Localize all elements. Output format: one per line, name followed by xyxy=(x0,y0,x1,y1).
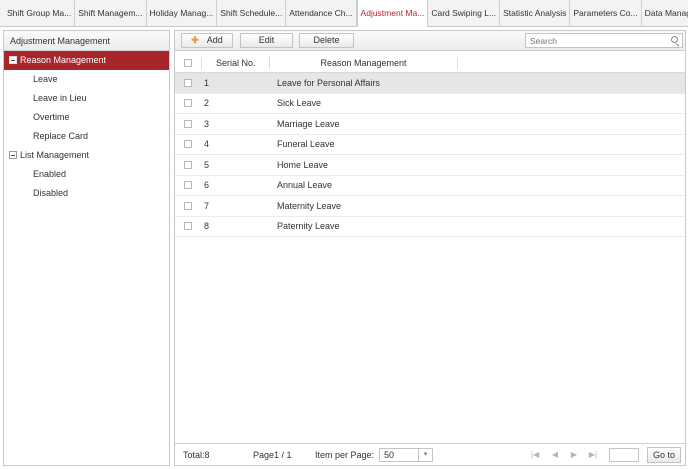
search-icon[interactable] xyxy=(671,36,678,43)
tab-data-management[interactable]: Data Manage... xyxy=(642,0,688,27)
tree-group-reason-management[interactable]: Reason Management xyxy=(4,51,169,70)
tree-group-label: Reason Management xyxy=(20,55,107,65)
table-row[interactable]: 1 Leave for Personal Affairs xyxy=(175,73,685,94)
add-button[interactable]: ✚ Add xyxy=(181,33,233,48)
row-serial: 7 xyxy=(204,200,210,211)
sidebar-panel: Adjustment Management Reason Management … xyxy=(3,30,170,466)
row-serial: 6 xyxy=(204,180,210,191)
row-checkbox[interactable] xyxy=(184,78,192,87)
items-per-page-select[interactable]: 50 ▾ xyxy=(379,448,433,462)
row-checkbox-cell xyxy=(175,114,201,134)
row-checkbox-cell xyxy=(175,73,201,93)
tree-item-leave-in-lieu[interactable]: Leave in Lieu xyxy=(4,89,169,108)
sidebar-title: Adjustment Management xyxy=(4,31,169,51)
items-per-page-label: Item per Page: xyxy=(315,450,375,460)
column-header-serial[interactable]: Serial No. xyxy=(201,56,269,69)
page-number-input[interactable] xyxy=(609,448,639,462)
row-checkbox[interactable] xyxy=(184,222,192,231)
tab-holiday-management[interactable]: Holiday Manag... xyxy=(147,0,218,27)
row-checkbox[interactable] xyxy=(184,140,192,149)
column-header-spacer xyxy=(457,56,685,69)
reason-table: Serial No. Reason Management 1 Leave for… xyxy=(175,53,685,237)
select-all-checkbox[interactable] xyxy=(184,58,192,67)
row-reason: Leave for Personal Affairs xyxy=(277,77,380,88)
row-checkbox-cell xyxy=(175,216,201,236)
row-serial: 2 xyxy=(204,98,210,109)
tab-attendance-check[interactable]: Attendance Ch... xyxy=(286,0,357,27)
tab-shift-management[interactable]: Shift Managem... xyxy=(75,0,147,27)
chevron-down-icon[interactable]: ▾ xyxy=(418,449,432,461)
tree-group-list-management[interactable]: List Management xyxy=(4,146,169,165)
items-per-page-value: 50 xyxy=(384,450,395,460)
plus-icon: ✚ xyxy=(191,35,199,45)
tree-group-label: List Management xyxy=(20,150,90,160)
row-checkbox[interactable] xyxy=(184,181,192,190)
table-row[interactable]: 7 Maternity Leave xyxy=(175,196,685,217)
table-header: Serial No. Reason Management xyxy=(175,53,685,73)
row-serial: 5 xyxy=(204,159,210,170)
row-reason: Home Leave xyxy=(277,159,329,170)
tree-item-overtime[interactable]: Overtime xyxy=(4,108,169,127)
tab-shift-group[interactable]: Shift Group Ma... xyxy=(4,0,76,27)
column-header-reason[interactable]: Reason Management xyxy=(269,56,457,69)
row-checkbox[interactable] xyxy=(184,201,192,210)
row-serial: 8 xyxy=(204,221,210,232)
row-checkbox[interactable] xyxy=(184,160,192,169)
delete-button[interactable]: Delete xyxy=(299,33,354,48)
search-input[interactable] xyxy=(526,34,666,47)
row-reason: Maternity Leave xyxy=(277,200,342,211)
last-page-icon[interactable]: ▶| xyxy=(588,450,598,460)
previous-page-icon[interactable]: ◀ xyxy=(550,450,560,460)
row-checkbox[interactable] xyxy=(184,119,192,128)
module-tab-bar: Shift Group Ma... Shift Managem... Holid… xyxy=(0,0,688,27)
pagination-bar: Total:8 Page1 / 1 Item per Page: 50 ▾ |◀… xyxy=(175,443,685,465)
row-serial: 3 xyxy=(204,118,210,129)
table-row[interactable]: 2 Sick Leave xyxy=(175,93,685,114)
row-serial: 4 xyxy=(204,139,210,150)
row-reason: Paternity Leave xyxy=(277,221,340,232)
tree-item-leave[interactable]: Leave xyxy=(4,70,169,89)
tab-card-swiping-log[interactable]: Card Swiping L... xyxy=(428,0,501,27)
row-reason: Marriage Leave xyxy=(277,118,340,129)
table-row[interactable]: 3 Marriage Leave xyxy=(175,114,685,135)
select-all-cell xyxy=(175,53,201,73)
row-checkbox-cell xyxy=(175,175,201,195)
row-reason: Annual Leave xyxy=(277,180,333,191)
tab-parameters-config[interactable]: Parameters Co... xyxy=(570,0,642,27)
row-checkbox-cell xyxy=(175,196,201,216)
toolbar: ✚ Add Edit Delete xyxy=(175,31,685,51)
tree-item-replace-card[interactable]: Replace Card xyxy=(4,127,169,146)
collapse-icon[interactable] xyxy=(9,151,17,159)
row-checkbox-cell xyxy=(175,93,201,113)
search-box xyxy=(525,33,683,48)
first-page-icon[interactable]: |◀ xyxy=(530,450,540,460)
tab-adjustment-management[interactable]: Adjustment Ma... xyxy=(356,0,429,27)
table-row[interactable]: 8 Paternity Leave xyxy=(175,216,685,237)
table-row[interactable]: 4 Funeral Leave xyxy=(175,134,685,155)
tab-statistic-analysis[interactable]: Statistic Analysis xyxy=(500,0,571,27)
row-serial: 1 xyxy=(204,77,210,88)
row-checkbox[interactable] xyxy=(184,99,192,108)
goto-button[interactable]: Go to xyxy=(647,447,681,463)
row-checkbox-cell xyxy=(175,155,201,175)
add-button-label: Add xyxy=(206,35,223,45)
next-page-icon[interactable]: ▶ xyxy=(569,450,579,460)
row-checkbox-cell xyxy=(175,134,201,154)
edit-button[interactable]: Edit xyxy=(240,33,293,48)
page-indicator: Page1 / 1 xyxy=(253,450,292,460)
row-reason: Funeral Leave xyxy=(277,139,335,150)
content-panel: ✚ Add Edit Delete Serial No. Reason Manag… xyxy=(174,30,686,466)
tree-item-enabled[interactable]: Enabled xyxy=(4,165,169,184)
table-row[interactable]: 5 Home Leave xyxy=(175,155,685,176)
row-reason: Sick Leave xyxy=(277,98,322,109)
tree-item-disabled[interactable]: Disabled xyxy=(4,184,169,203)
table-row[interactable]: 6 Annual Leave xyxy=(175,175,685,196)
collapse-icon[interactable] xyxy=(9,56,17,64)
tab-shift-schedule[interactable]: Shift Schedule... xyxy=(217,0,287,27)
total-count: Total:8 xyxy=(183,450,210,460)
